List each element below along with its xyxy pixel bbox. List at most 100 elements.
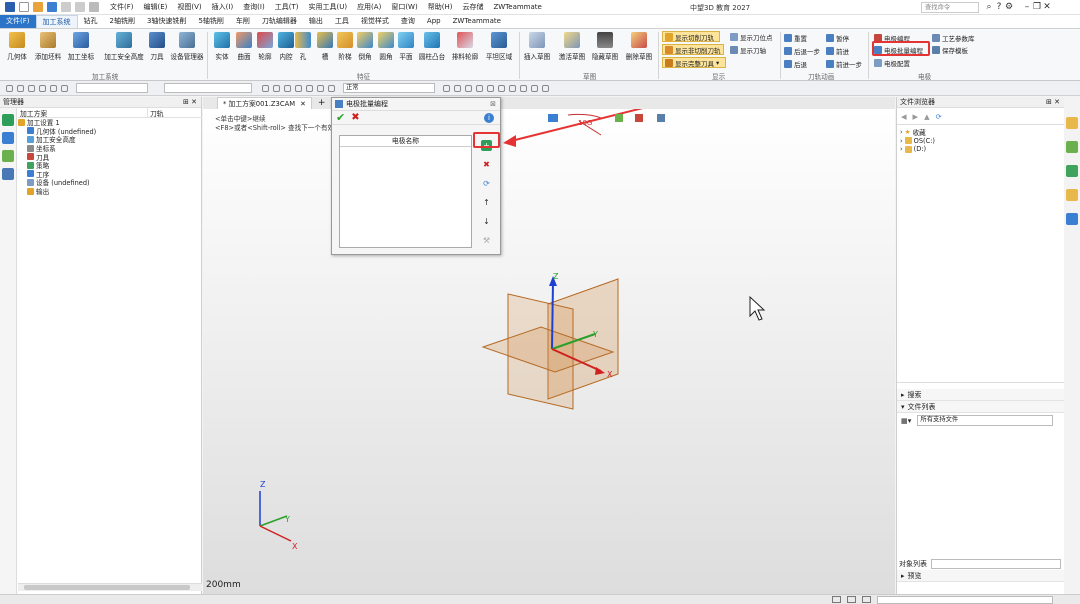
column-toolpath[interactable]: 刀轨	[148, 108, 164, 118]
layer-combo[interactable]	[164, 83, 252, 93]
tab-visual-style[interactable]: 视觉样式	[355, 15, 395, 28]
menu-cloud[interactable]: 云存储	[462, 2, 483, 12]
move-up-icon[interactable]: ↑	[481, 197, 492, 208]
layout-split-icon[interactable]	[847, 596, 856, 603]
menu-help[interactable]: 帮助(H)	[428, 2, 453, 12]
datum-planes[interactable]	[481, 278, 619, 410]
save-template-button[interactable]: 保存模板	[932, 44, 968, 55]
customize-toolbar-icon[interactable]	[89, 2, 99, 12]
section-preview[interactable]: ▸ 预览	[897, 570, 1064, 582]
dialog-titlebar[interactable]: 电极批量编程 ⊠	[332, 98, 500, 111]
menu-query[interactable]: 查询(I)	[243, 2, 265, 12]
document-tab[interactable]: * 加工方案001.Z3CAM ✕	[217, 97, 312, 109]
tab-5axis-milling[interactable]: 5轴铣削	[192, 15, 229, 28]
point-icon[interactable]	[273, 84, 280, 92]
electrode-config-button[interactable]: 电极配置	[874, 57, 910, 68]
view-icon[interactable]	[61, 84, 68, 92]
close-icon[interactable]: ✕	[1042, 2, 1052, 12]
info-icon[interactable]: i	[484, 112, 494, 123]
snap-quad-icon[interactable]	[476, 84, 483, 92]
snap-perp-icon[interactable]	[509, 84, 516, 92]
snap-tangent-icon[interactable]	[498, 84, 505, 92]
feature-nesting-profile-button[interactable]: 排料轮廓	[450, 32, 480, 61]
panel-pin-icon[interactable]: ⊞ ✕	[183, 97, 197, 108]
delete-sketch-button[interactable]: 删除草图	[624, 32, 654, 61]
menu-file[interactable]: 文件(F)	[110, 2, 134, 12]
refresh-icon[interactable]: ⟳	[481, 178, 492, 189]
restore-icon[interactable]: ❐	[1032, 2, 1042, 12]
menu-window[interactable]: 窗口(W)	[391, 2, 417, 12]
search-icon[interactable]: ⌕	[984, 2, 994, 12]
tab-query[interactable]: 查询	[395, 15, 421, 28]
filter-icon[interactable]	[6, 84, 13, 92]
geometry-button[interactable]: 几何体	[2, 32, 32, 61]
device-manager-button[interactable]: 设备管理器	[170, 32, 204, 61]
up-arrow-icon[interactable]: ▲	[924, 112, 930, 121]
insert-sketch-button[interactable]: 插入草图	[522, 32, 552, 61]
network-icon[interactable]	[1066, 213, 1078, 225]
process-params-button[interactable]: 工艺参数库	[932, 32, 975, 43]
help-icon[interactable]: ?	[994, 2, 1004, 12]
menu-apps[interactable]: 应用(A)	[357, 2, 381, 12]
dialog-close-icon[interactable]: ⊠	[490, 100, 496, 108]
camera-icon[interactable]	[328, 84, 335, 92]
line-icon[interactable]	[284, 84, 291, 92]
panel-pin-icon[interactable]: ⊞ ✕	[1046, 97, 1060, 108]
view-manager-icon[interactable]	[2, 150, 14, 162]
electrode-list[interactable]: 电极名称	[339, 135, 472, 248]
back-button[interactable]: 后退	[784, 58, 807, 69]
palette-icon[interactable]	[1066, 165, 1078, 177]
machining-manager-icon[interactable]	[2, 114, 14, 126]
tab-toolpath-editor[interactable]: 刀轨编辑器	[256, 15, 303, 28]
template-icon[interactable]	[1066, 189, 1078, 201]
undo-icon[interactable]	[61, 2, 71, 12]
tab-file[interactable]: 文件(F)	[0, 15, 36, 28]
expand-icon[interactable]: ›	[900, 128, 903, 136]
tab-output[interactable]: 输出	[303, 15, 329, 28]
section-icon[interactable]	[635, 114, 643, 122]
tree-horizontal-scrollbar[interactable]	[18, 583, 202, 591]
show-tool-tip-toggle[interactable]: 显示刀位点	[730, 31, 773, 42]
object-list-combo[interactable]	[931, 559, 1061, 569]
refresh-icon[interactable]	[317, 84, 324, 92]
reset-button[interactable]: 重置	[784, 32, 807, 43]
tab-2axis-milling[interactable]: 2轴铣削	[104, 15, 141, 28]
column-plan[interactable]: 加工方案	[18, 108, 148, 118]
show-cutting-toolpath-toggle[interactable]: 显示切削刀轨	[662, 31, 720, 42]
file-type-filter[interactable]: 所有支持文件	[917, 414, 1054, 426]
snap-grid-icon[interactable]	[531, 84, 538, 92]
open-folder-icon[interactable]	[33, 2, 43, 12]
layer-icon[interactable]	[262, 84, 269, 92]
library-icon[interactable]	[1066, 141, 1078, 153]
history-icon[interactable]	[2, 132, 14, 144]
tab-3axis-fast-milling[interactable]: 3轴快速铣削	[141, 15, 192, 28]
scrollbar-thumb[interactable]	[24, 585, 190, 590]
tab-drilling[interactable]: 钻孔	[78, 15, 104, 28]
hide-sketch-button[interactable]: 隐藏草图	[590, 32, 620, 61]
circle-icon[interactable]	[50, 84, 57, 92]
section-search[interactable]: ▸ 搜索	[897, 389, 1064, 401]
tab-teammate[interactable]: ZWTeammate	[447, 15, 507, 28]
safe-height-button[interactable]: 加工安全高度	[104, 32, 144, 61]
snap-icon[interactable]	[39, 84, 46, 92]
move-down-icon[interactable]: ↓	[481, 216, 492, 227]
expand-icon[interactable]: ›	[900, 145, 903, 153]
save-icon[interactable]	[47, 2, 57, 12]
feature-flat-area-button[interactable]: 平坦区域	[484, 32, 514, 61]
tree-item-drive-d[interactable]: › (D:)	[897, 145, 1064, 154]
tree-item-output[interactable]: 输出	[18, 187, 202, 196]
command-search-input[interactable]: 查找命令	[921, 2, 979, 13]
fit-icon[interactable]	[657, 114, 665, 122]
3d-viewport[interactable]: <单击中键>继续 <F8>或者<Shift-roll> 查找下一个有效的 10G…	[203, 109, 895, 594]
pick-icon[interactable]	[28, 84, 35, 92]
new-file-icon[interactable]	[19, 2, 29, 12]
snap-mid-icon[interactable]	[454, 84, 461, 92]
show-non-cutting-toolpath-toggle[interactable]: 显示非切削刀轨	[662, 44, 724, 55]
arc-icon[interactable]	[295, 84, 302, 92]
tab-machining-system[interactable]: 加工系统	[35, 15, 78, 28]
display-mode-combo[interactable]: 正常	[343, 83, 435, 93]
menu-utilities[interactable]: 实用工具(U)	[308, 2, 347, 12]
add-tab-icon[interactable]: +	[318, 98, 326, 108]
forward-arrow-icon[interactable]: ▶	[913, 112, 919, 121]
snap-intersect-icon[interactable]	[487, 84, 494, 92]
